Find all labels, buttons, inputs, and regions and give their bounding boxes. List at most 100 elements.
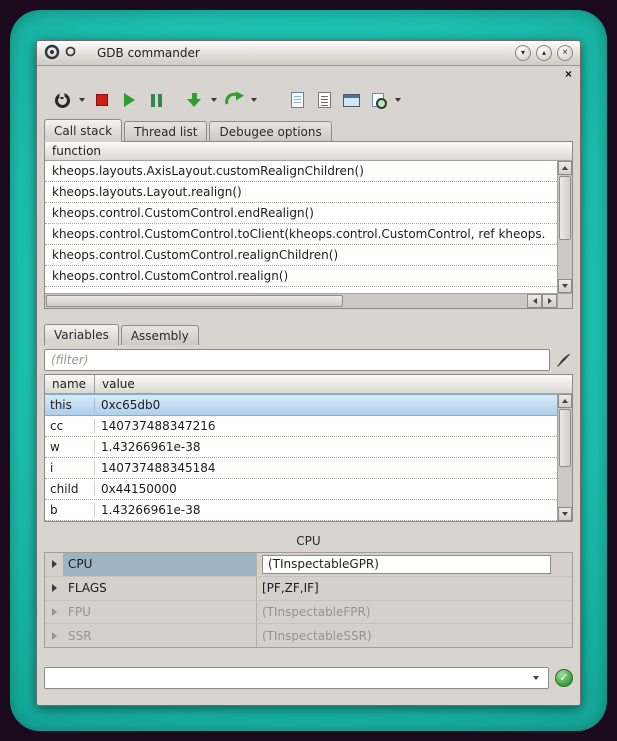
cpu-row-label[interactable]: SSR xyxy=(63,624,256,647)
chevron-down-icon xyxy=(395,98,401,102)
arrow-up-icon xyxy=(562,166,568,170)
call-stack-row[interactable]: kheops.control.CustomControl.endRealign(… xyxy=(45,203,557,224)
step-into-button[interactable] xyxy=(181,86,207,114)
pause-button[interactable] xyxy=(143,86,169,114)
variable-row[interactable]: w 1.43266961e-38 xyxy=(45,437,557,458)
column-header-name[interactable]: name xyxy=(45,375,95,393)
monitor-button[interactable] xyxy=(338,86,364,114)
scroll-thumb[interactable] xyxy=(559,176,571,240)
variable-row[interactable]: b 1.43266961e-38 xyxy=(45,500,557,521)
report-button[interactable] xyxy=(311,86,337,114)
filter-input[interactable] xyxy=(44,349,550,371)
step-into-dropdown[interactable] xyxy=(208,86,220,114)
scroll-up-button[interactable] xyxy=(558,161,572,175)
scroll-thumb[interactable] xyxy=(46,295,343,307)
column-header-value[interactable]: value xyxy=(95,375,142,393)
variable-row[interactable]: i 140737488345184 xyxy=(45,458,557,479)
cpu-group: CPU CPU FLAGS [PF,ZF,IF] FPU (TInspectab… xyxy=(44,534,573,648)
variable-row[interactable]: this 0xc65db0 xyxy=(45,394,557,416)
inspect-button[interactable] xyxy=(365,86,391,114)
run-button[interactable] xyxy=(116,86,142,114)
variable-name: i xyxy=(45,461,95,475)
inspect-dropdown[interactable] xyxy=(392,86,404,114)
tab-debugee-options[interactable]: Debugee options xyxy=(209,121,331,141)
step-over-dropdown[interactable] xyxy=(248,86,260,114)
cpu-row-label[interactable]: FPU xyxy=(63,601,256,624)
window-menu-icon[interactable] xyxy=(65,46,76,60)
tab-assembly[interactable]: Assembly xyxy=(121,325,199,345)
close-button[interactable]: × xyxy=(557,45,573,61)
stop-icon xyxy=(96,94,108,106)
variable-value: 0x44150000 xyxy=(95,482,557,496)
power-dropdown[interactable] xyxy=(76,86,88,114)
variable-value: 0xc65db0 xyxy=(95,398,557,412)
bottom-padding xyxy=(37,689,580,705)
expander-button[interactable] xyxy=(45,560,63,568)
minimize-button[interactable]: ▾ xyxy=(515,45,531,61)
tab-call-stack[interactable]: Call stack xyxy=(44,119,122,142)
debug-toolbar xyxy=(37,82,580,118)
variable-row[interactable]: cc 140737488347216 xyxy=(45,416,557,437)
tab-label: Call stack xyxy=(54,124,112,138)
variable-row[interactable]: child 0x44150000 xyxy=(45,479,557,500)
variable-name: this xyxy=(45,398,95,412)
tab-label: Variables xyxy=(54,328,109,342)
cpu-row-label[interactable]: FLAGS xyxy=(63,577,256,600)
cpu-row[interactable]: SSR (TInspectableSSR) xyxy=(45,624,572,647)
call-stack-row[interactable]: kheops.control.CustomControl.realignChil… xyxy=(45,245,557,266)
tab-thread-list[interactable]: Thread list xyxy=(124,121,207,141)
expander-button[interactable] xyxy=(45,608,63,616)
call-stack-panel: function kheops.layouts.AxisLayout.custo… xyxy=(44,141,573,309)
scroll-left-button[interactable] xyxy=(527,294,542,308)
scroll-down-button[interactable] xyxy=(558,279,572,293)
cpu-row-label[interactable]: CPU xyxy=(63,553,256,576)
call-stack-row[interactable]: kheops.layouts.AxisLayout.customRealignC… xyxy=(45,161,557,182)
scroll-up-button[interactable] xyxy=(558,394,572,408)
expander-button[interactable] xyxy=(45,632,63,640)
step-over-button[interactable] xyxy=(221,86,247,114)
scroll-right-button[interactable] xyxy=(542,294,557,308)
watch-document-button[interactable] xyxy=(284,86,310,114)
command-input[interactable] xyxy=(50,671,529,685)
command-combobox[interactable] xyxy=(44,667,549,689)
tab-label: Thread list xyxy=(134,125,197,139)
stop-button[interactable] xyxy=(89,86,115,114)
top-tab-bar: Call stack Thread list Debugee options xyxy=(37,118,580,141)
gdb-commander-window: GDB commander ▾ ▴ × × xyxy=(36,40,581,706)
call-stack-vertical-scrollbar[interactable] xyxy=(557,161,572,293)
power-button[interactable] xyxy=(49,86,75,114)
cpu-row[interactable]: CPU xyxy=(45,553,572,577)
call-stack-row[interactable]: kheops.control.CustomControl.realign() xyxy=(45,266,557,287)
minimize-icon: ▾ xyxy=(521,49,525,57)
tab-label: Assembly xyxy=(131,329,189,343)
variables-panel: name value this 0xc65db0 cc 140737488347… xyxy=(44,374,573,522)
scroll-down-button[interactable] xyxy=(558,507,572,521)
maximize-button[interactable]: ▴ xyxy=(536,45,552,61)
scroll-track[interactable] xyxy=(344,294,527,308)
chevron-right-icon xyxy=(52,608,57,616)
variables-vertical-scrollbar[interactable] xyxy=(557,394,572,521)
cpu-row-value xyxy=(256,553,572,576)
call-stack-horizontal-scrollbar[interactable] xyxy=(45,293,557,308)
confirm-button[interactable]: ✓ xyxy=(555,669,573,687)
scroll-track[interactable] xyxy=(558,241,572,279)
pen-icon[interactable] xyxy=(555,351,573,369)
titlebar[interactable]: GDB commander ▾ ▴ × xyxy=(37,41,580,66)
scroll-thumb[interactable] xyxy=(559,409,571,467)
scroll-track[interactable] xyxy=(558,468,572,507)
combo-dropdown-button[interactable] xyxy=(529,668,543,688)
cpu-group-title: CPU xyxy=(44,534,573,552)
call-stack-row[interactable]: kheops.layouts.Layout.realign() xyxy=(45,182,557,203)
cpu-row[interactable]: FPU (TInspectableFPR) xyxy=(45,601,572,625)
column-header-function[interactable]: function xyxy=(45,142,108,160)
dock-close-button[interactable]: × xyxy=(565,68,572,80)
frame-text: kheops.control.CustomControl.realign() xyxy=(52,269,288,283)
call-stack-row[interactable]: kheops.control.CustomControl.toClient(kh… xyxy=(45,224,557,245)
cpu-row[interactable]: FLAGS [PF,ZF,IF] xyxy=(45,577,572,601)
cpu-value-input[interactable] xyxy=(262,555,551,574)
expander-button[interactable] xyxy=(45,584,63,592)
tab-variables[interactable]: Variables xyxy=(44,324,119,346)
window-title: GDB commander xyxy=(97,46,200,60)
cpu-row-value: (TInspectableSSR) xyxy=(256,624,572,647)
window-frame-icon xyxy=(343,94,360,107)
